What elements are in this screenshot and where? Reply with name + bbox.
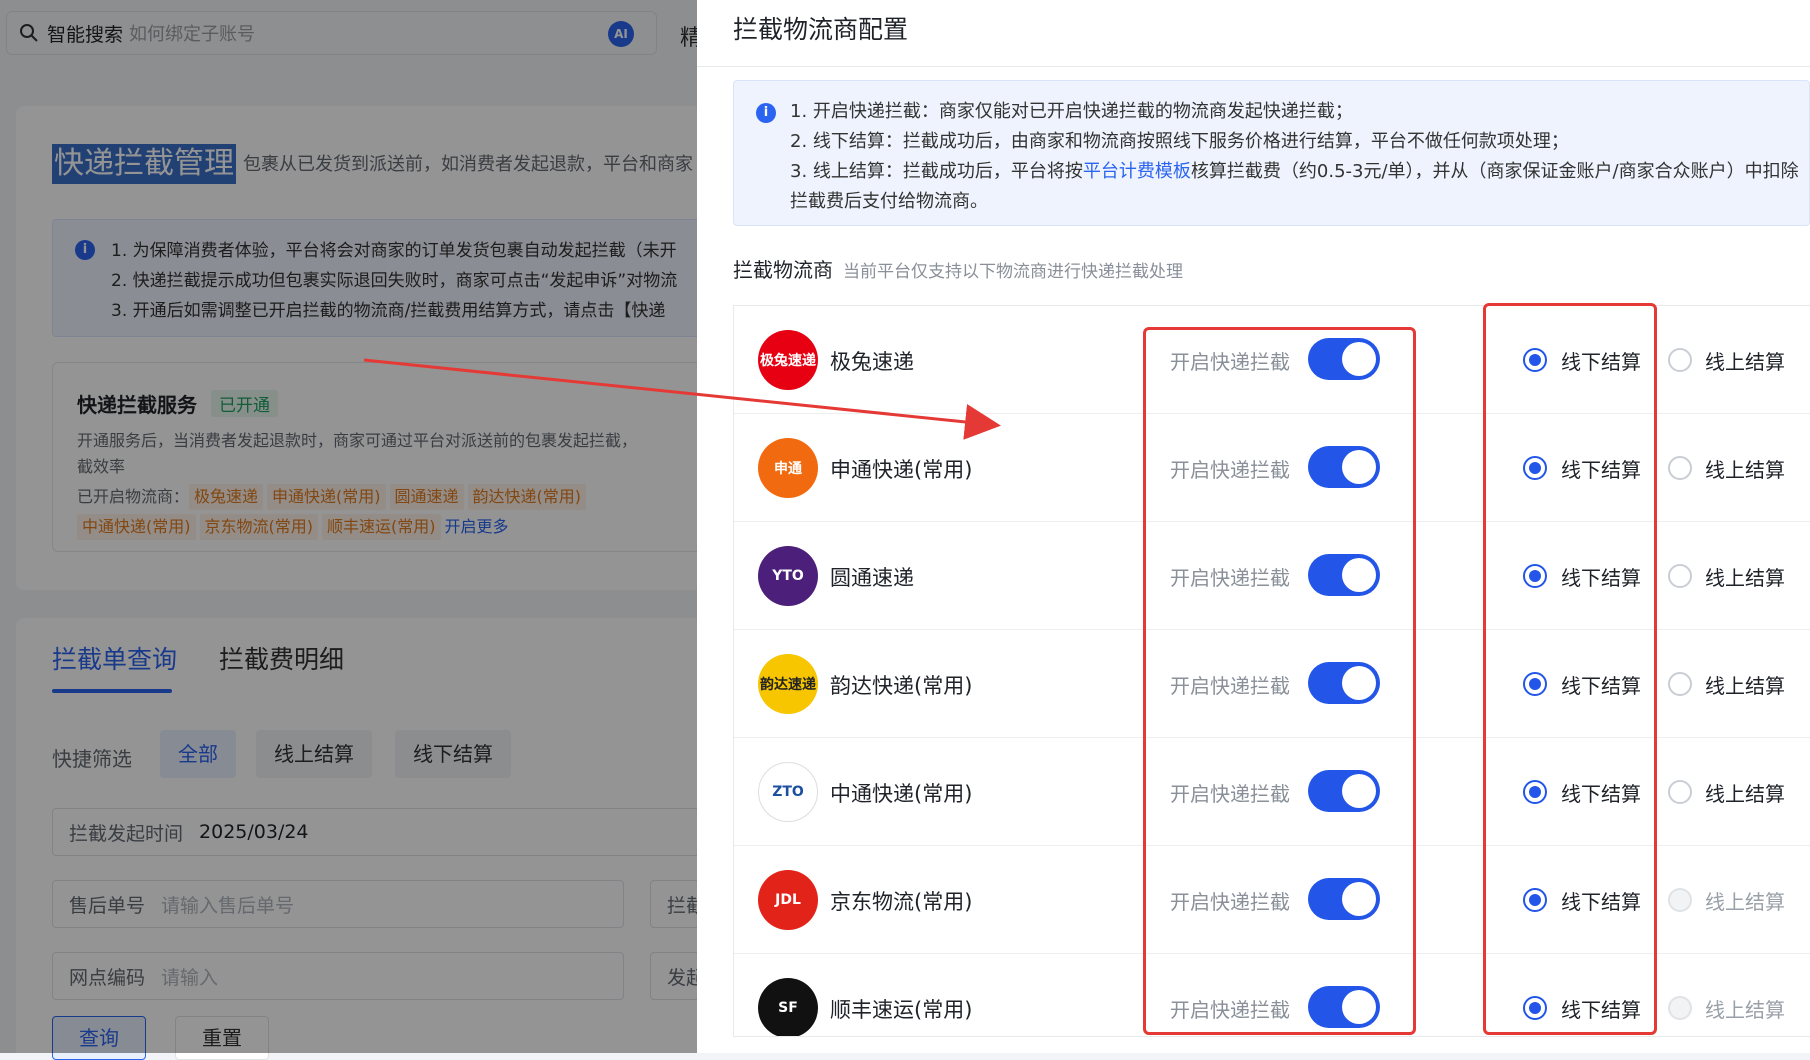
section-title: 拦截物流商 xyxy=(733,258,833,282)
online-settlement-label: 线上结算 xyxy=(1705,890,1785,914)
carrier-logo: 申通 xyxy=(758,438,818,498)
carrier-name: 申通快递(常用) xyxy=(830,458,973,482)
carrier-logo-text: JDL xyxy=(775,892,801,908)
online-settlement-label: 线上结算 xyxy=(1705,998,1785,1022)
notice-text: 3. 线上结算：拦截成功后，平台将按 xyxy=(790,161,1083,182)
online-settlement-label: 线上结算 xyxy=(1705,350,1785,374)
online-settlement-radio[interactable] xyxy=(1668,780,1692,804)
carrier-name: 中通快递(常用) xyxy=(830,782,973,806)
carrier-name: 顺丰速运(常用) xyxy=(830,998,973,1022)
highlight-box-settlement xyxy=(1483,303,1657,1035)
online-settlement-label: 线上结算 xyxy=(1705,458,1785,482)
notice-line: 拦截费后支付给物流商。 xyxy=(790,191,988,212)
carrier-logo: 极兔速递 xyxy=(758,330,818,390)
drawer-notice: i 1. 开启快递拦截：商家仅能对已开启快递拦截的物流商发起快递拦截； 2. 线… xyxy=(733,80,1810,226)
notice-line: 1. 开启快递拦截：商家仅能对已开启快递拦截的物流商发起快递拦截； xyxy=(790,101,1353,122)
online-settlement-radio xyxy=(1668,888,1692,912)
online-settlement-radio[interactable] xyxy=(1668,456,1692,480)
carrier-logo: JDL xyxy=(758,870,818,930)
carrier-logo-text: YTO xyxy=(772,568,804,584)
drawer-title: 拦截物流商配置 xyxy=(733,15,909,44)
notice-text: 核算拦截费（约0.5-3元/单），并从（商家保证金账户/商家合众账户）中扣除 xyxy=(1190,161,1799,182)
modal-overlay[interactable] xyxy=(0,0,697,1053)
carrier-logo: ZTO xyxy=(758,762,818,822)
carrier-logo-text: 韵达速递 xyxy=(760,677,816,693)
notice-line: 3. 线上结算：拦截成功后，平台将按平台计费模板核算拦截费（约0.5-3元/单）… xyxy=(790,157,1809,187)
carrier-name: 极兔速递 xyxy=(830,350,914,374)
carrier-name: 京东物流(常用) xyxy=(830,890,973,914)
online-settlement-label: 线上结算 xyxy=(1705,782,1785,806)
online-settlement-radio xyxy=(1668,996,1692,1020)
online-settlement-radio[interactable] xyxy=(1668,672,1692,696)
notice-line: 2. 线下结算：拦截成功后，由商家和物流商按照线下服务价格进行结算，平台不做任何… xyxy=(790,131,1569,152)
online-settlement-radio[interactable] xyxy=(1668,348,1692,372)
carrier-name: 圆通速递 xyxy=(830,566,914,590)
carrier-name: 韵达快递(常用) xyxy=(830,674,973,698)
carrier-logo-text: 申通 xyxy=(774,461,802,477)
section-hint: 当前平台仅支持以下物流商进行快递拦截处理 xyxy=(843,262,1183,282)
billing-template-link[interactable]: 平台计费模板 xyxy=(1083,161,1191,182)
carrier-logo-text: ZTO xyxy=(772,784,804,800)
highlight-box-toggles xyxy=(1143,327,1416,1035)
carrier-logo-text: 极兔速递 xyxy=(760,353,816,369)
section-header: 拦截物流商 当前平台仅支持以下物流商进行快递拦截处理 xyxy=(733,254,1183,283)
divider xyxy=(697,66,1810,67)
online-settlement-radio[interactable] xyxy=(1668,564,1692,588)
carrier-logo: 韵达速递 xyxy=(758,654,818,714)
carrier-logo: YTO xyxy=(758,546,818,606)
carrier-logo: SF xyxy=(758,978,818,1036)
info-icon: i xyxy=(756,103,776,123)
online-settlement-label: 线上结算 xyxy=(1705,566,1785,590)
carrier-logo-text: SF xyxy=(778,1000,798,1016)
online-settlement-label: 线上结算 xyxy=(1705,674,1785,698)
